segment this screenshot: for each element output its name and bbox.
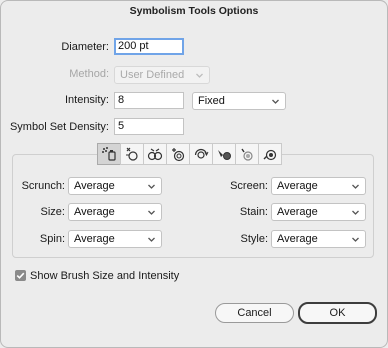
size-value: Average bbox=[74, 206, 115, 218]
ok-button[interactable]: OK bbox=[298, 302, 377, 324]
stain-value: Average bbox=[277, 206, 318, 218]
size-select[interactable]: Average bbox=[68, 203, 162, 221]
method-select[interactable]: User Defined bbox=[114, 66, 210, 84]
spin-label: Spin: bbox=[39, 233, 65, 245]
symbol-sprayer-icon[interactable] bbox=[97, 143, 121, 165]
spin-select[interactable]: Average bbox=[68, 230, 162, 248]
size-label: Size: bbox=[40, 206, 65, 218]
symbol-sizer-icon[interactable] bbox=[166, 143, 190, 165]
diameter-label: Diameter: bbox=[61, 41, 109, 53]
chevron-down-icon bbox=[272, 99, 279, 104]
style-select[interactable]: Average bbox=[271, 230, 366, 248]
chevron-down-icon bbox=[352, 237, 359, 242]
density-input[interactable]: 5 bbox=[114, 118, 184, 135]
spin-value: Average bbox=[74, 233, 115, 245]
checkmark-icon bbox=[16, 272, 25, 279]
style-label: Style: bbox=[240, 233, 268, 245]
screen-label: Screen: bbox=[230, 180, 268, 192]
screen-select[interactable]: Average bbox=[271, 177, 366, 195]
show-brush-checkbox[interactable] bbox=[15, 270, 26, 281]
method-value: User Defined bbox=[120, 69, 185, 81]
symbolism-options-dialog: Symbolism Tools Options Diameter: 200 pt… bbox=[0, 0, 388, 348]
symbol-styler-icon[interactable] bbox=[258, 143, 282, 165]
diameter-input[interactable]: 200 pt bbox=[114, 38, 184, 55]
chevron-down-icon bbox=[148, 184, 155, 189]
symbol-stainer-icon[interactable] bbox=[212, 143, 236, 165]
method-label: Method: bbox=[69, 68, 109, 80]
symbol-shifter-icon[interactable] bbox=[120, 143, 144, 165]
intensity-label: Intensity: bbox=[64, 94, 109, 106]
cancel-button[interactable]: Cancel bbox=[215, 303, 294, 323]
scrunch-value: Average bbox=[74, 180, 115, 192]
dialog-title: Symbolism Tools Options bbox=[129, 5, 259, 17]
chevron-down-icon bbox=[352, 210, 359, 215]
intensity-mode-select[interactable]: Fixed bbox=[192, 92, 286, 110]
chevron-down-icon bbox=[352, 184, 359, 189]
symbol-screener-icon[interactable] bbox=[235, 143, 259, 165]
chevron-down-icon bbox=[148, 237, 155, 242]
scrunch-select[interactable]: Average bbox=[68, 177, 162, 195]
screen-value: Average bbox=[277, 180, 318, 192]
chevron-down-icon bbox=[148, 210, 155, 215]
symbolism-tool-strip bbox=[97, 143, 282, 165]
chevron-down-icon bbox=[196, 73, 203, 78]
density-label: Symbol Set Density: bbox=[9, 121, 109, 133]
symbol-scruncher-icon[interactable] bbox=[143, 143, 167, 165]
stain-select[interactable]: Average bbox=[271, 203, 366, 221]
stain-label: Stain: bbox=[239, 206, 268, 218]
style-value: Average bbox=[277, 233, 318, 245]
scrunch-label: Scrunch: bbox=[21, 180, 65, 192]
symbol-spinner-icon[interactable] bbox=[189, 143, 213, 165]
intensity-input[interactable]: 8 bbox=[114, 92, 184, 109]
intensity-mode-value: Fixed bbox=[198, 95, 225, 107]
show-brush-label: Show Brush Size and Intensity bbox=[30, 270, 180, 282]
